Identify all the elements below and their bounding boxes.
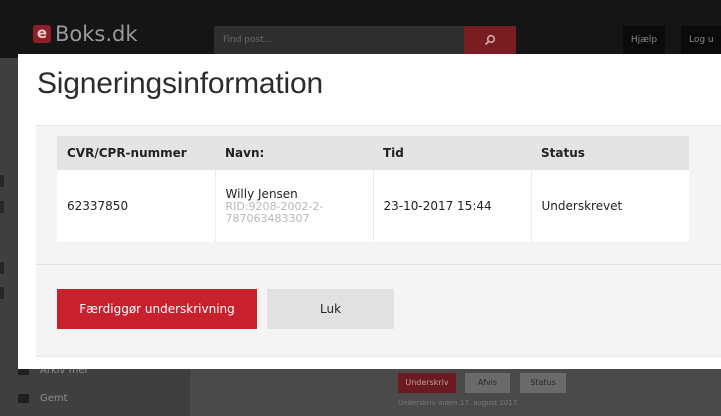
sidebar-item-label: Gemt [40, 393, 68, 404]
dialog-title: Signeringsinformation [37, 67, 323, 100]
logo-letter: e [33, 25, 51, 43]
logo-name: Boks.dk [55, 22, 138, 46]
table-header-row: CVR/CPR-nummer Navn: Tid Status [57, 136, 689, 170]
column-header-status: Status [531, 136, 689, 170]
cell-status: Underskrevet [531, 170, 689, 242]
help-link[interactable]: Hjælp [623, 26, 665, 54]
sign-deadline: Underskriv inden 17. august 2017 [398, 399, 518, 407]
cell-id: 62337850 [57, 170, 216, 242]
sidebar-marker [0, 287, 4, 299]
column-header-time: Tid [373, 136, 531, 170]
search-icon [484, 34, 496, 46]
signer-rid: RID:9208-2002-2-787063483307 [225, 199, 324, 225]
search-button[interactable] [464, 26, 516, 54]
signing-info-dialog: Signeringsinformation CVR/CPR-nummer Nav… [18, 54, 721, 369]
dialog-body: CVR/CPR-nummer Navn: Tid Status 62337850… [36, 125, 721, 357]
sign-button[interactable]: Underskriv [398, 373, 456, 393]
cell-name: Willy Jensen RID:9208-2002-2-78706348330… [215, 170, 374, 242]
sidebar-item-saved[interactable]: Gemt [18, 393, 68, 404]
cell-time: 23-10-2017 15:44 [373, 170, 532, 242]
status-button[interactable]: Status [520, 373, 566, 393]
column-header-name: Navn: [215, 136, 373, 170]
eboks-logo[interactable]: e Boks.dk [33, 22, 138, 46]
signer-name: Willy Jensen [225, 186, 298, 201]
sidebar-marker [0, 262, 4, 274]
signing-table: CVR/CPR-nummer Navn: Tid Status 62337850… [57, 136, 689, 242]
sidebar-marker [0, 175, 4, 187]
folder-icon [18, 394, 29, 403]
search-input[interactable] [214, 26, 464, 54]
top-bar: e Boks.dk Hjælp Log u [0, 0, 721, 58]
reject-button[interactable]: Afvis [465, 373, 510, 393]
finish-signing-button[interactable]: Færdiggør underskrivning [57, 289, 257, 329]
logout-link[interactable]: Log u [681, 26, 721, 54]
table-row: 62337850 Willy Jensen RID:9208-2002-2-78… [57, 170, 689, 242]
column-header-id: CVR/CPR-nummer [57, 136, 215, 170]
close-button[interactable]: Luk [267, 289, 394, 329]
footer-divider [36, 264, 721, 265]
sidebar-marker [0, 201, 4, 213]
